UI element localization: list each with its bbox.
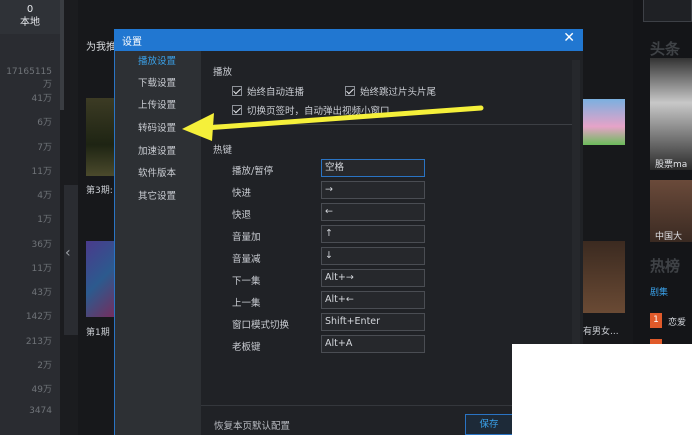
nav-item-upload-settings[interactable]: 上传设置 — [115, 96, 201, 116]
headline-caption[interactable]: 股票ma — [655, 157, 687, 170]
hotkey-input-boss-key[interactable]: Alt+A — [321, 335, 425, 353]
checkbox-checked-icon — [232, 86, 242, 96]
settings-nav: 播放设置 下载设置 上传设置 转码设置 加速设置 软件版本 其它设置 — [115, 51, 201, 435]
skip-intro-label: 始终跳过片头片尾 — [360, 87, 437, 98]
skip-intro-checkbox[interactable]: 始终跳过片头片尾 — [345, 84, 436, 98]
video-caption[interactable]: 第3期: — [86, 183, 113, 196]
right-top-button[interactable] — [643, 0, 692, 22]
nav-item-other-settings[interactable]: 其它设置 — [115, 187, 201, 207]
checkbox-checked-icon — [345, 86, 355, 96]
popup-window-checkbox[interactable]: 切换页签时，自动弹出视频小窗口 — [232, 103, 390, 117]
count-item: 6万 — [37, 118, 52, 128]
hotkey-label: 窗口模式切换 — [232, 320, 290, 331]
count-item: 4万 — [37, 191, 52, 201]
chevron-left-icon: ‹ — [65, 245, 71, 261]
nav-item-accelerate-settings[interactable]: 加速设置 — [115, 142, 201, 162]
hotkey-input-rewind[interactable]: ← — [321, 203, 425, 221]
hot-list-heading: 热榜 — [650, 257, 681, 275]
section-divider — [214, 124, 572, 125]
hotkey-label: 音量加 — [232, 232, 261, 243]
nav-item-download-settings[interactable]: 下载设置 — [115, 74, 201, 94]
hotkey-input-prev-episode[interactable]: Alt+← — [321, 291, 425, 309]
hotkey-section-title: 热键 — [213, 145, 233, 156]
hotkey-input-forward[interactable]: → — [321, 181, 425, 199]
headline-thumbnail[interactable] — [650, 58, 692, 170]
count-item: 17165115万 — [6, 67, 52, 90]
checkbox-checked-icon — [232, 105, 242, 115]
hotkey-label: 快退 — [232, 210, 252, 221]
count-item: 43万 — [31, 288, 52, 298]
video-caption[interactable]: 有男女... — [583, 324, 619, 337]
count-item: 36万 — [31, 240, 52, 250]
nav-item-transcode-settings[interactable]: 转码设置 — [115, 119, 201, 139]
hotkey-input-play-pause[interactable]: 空格 — [321, 159, 425, 177]
hotkey-label: 播放/暂停 — [232, 166, 274, 177]
rank-badge: 1 — [650, 313, 662, 328]
count-item: 142万 — [25, 312, 52, 322]
count-item: 3474 — [29, 406, 52, 416]
hotkey-input-next-episode[interactable]: Alt+→ — [321, 269, 425, 287]
hotkey-label: 快进 — [232, 188, 252, 199]
popup-window-label: 切换页签时，自动弹出视频小窗口 — [247, 106, 390, 117]
video-thumbnail[interactable] — [583, 241, 625, 313]
hotkey-label: 老板键 — [232, 342, 261, 353]
autoplay-checkbox[interactable]: 始终自动连播 — [232, 84, 304, 98]
count-item: 213万 — [25, 337, 52, 347]
hotkey-label: 下一集 — [232, 276, 261, 287]
hotkey-input-volume-up[interactable]: ↑ — [321, 225, 425, 243]
hotkey-input-window-mode[interactable]: Shift+Enter — [321, 313, 425, 331]
autoplay-label: 始终自动连播 — [247, 87, 305, 98]
play-section-title: 播放 — [213, 67, 233, 78]
count-item: 7万 — [37, 143, 52, 153]
hotkey-label: 音量减 — [232, 254, 261, 265]
hotkey-input-volume-down[interactable]: ↓ — [321, 247, 425, 265]
nav-item-software-version[interactable]: 软件版本 — [115, 164, 201, 184]
save-button[interactable]: 保存 — [465, 414, 513, 435]
headline-heading: 头条 — [650, 40, 681, 58]
restore-defaults-link[interactable]: 恢复本页默认配置 — [214, 418, 290, 432]
video-thumbnail[interactable] — [583, 99, 625, 145]
count-item: 1万 — [37, 215, 52, 225]
headline-caption[interactable]: 中国大 — [655, 229, 682, 242]
video-caption[interactable]: 第1期 — [86, 325, 110, 338]
dialog-titlebar[interactable]: 设置 ✕ — [114, 29, 583, 51]
dialog-title: 设置 — [122, 37, 142, 48]
collapse-handle[interactable]: ‹ — [64, 185, 78, 335]
hot-list-item[interactable]: 恋爱 — [668, 315, 686, 328]
section-title: 为我推 — [86, 42, 116, 53]
hotkey-label: 上一集 — [232, 298, 261, 309]
tab-series[interactable]: 剧集 — [650, 285, 668, 298]
blank-overlay — [512, 344, 692, 435]
count-item: 49万 — [31, 385, 52, 395]
close-icon[interactable]: ✕ — [563, 30, 575, 46]
count-item: 11万 — [31, 264, 52, 274]
count-item: 2万 — [37, 361, 52, 371]
left-scrollbar[interactable] — [60, 0, 64, 110]
count-list: 17165115万 41万 6万 7万 11万 4万 1万 36万 11万 43… — [0, 0, 60, 435]
count-item: 11万 — [31, 167, 52, 177]
count-item: 41万 — [31, 94, 52, 104]
nav-item-play-settings[interactable]: 播放设置 — [115, 52, 201, 72]
